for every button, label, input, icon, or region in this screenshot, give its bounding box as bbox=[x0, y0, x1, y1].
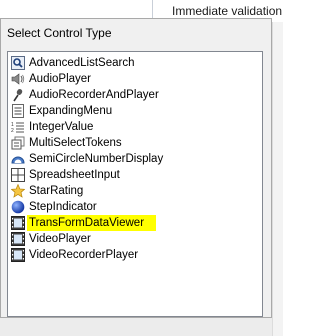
list-item-label: TransFormDataViewer bbox=[27, 215, 157, 231]
list-item-transformdataviewer[interactable]: TransFormDataViewer bbox=[11, 215, 259, 231]
control-type-list[interactable]: AdvancedListSearch AudioPlayer AudioReco… bbox=[7, 51, 263, 317]
film-icon bbox=[11, 248, 25, 262]
list-item-videoplayer[interactable]: VideoPlayer bbox=[11, 231, 259, 247]
list-item-label: AdvancedListSearch bbox=[29, 57, 135, 69]
list-item-starrating[interactable]: StarRating bbox=[10, 183, 259, 199]
list-item-semicirclenumberdisplay[interactable]: SemiCircleNumberDisplay bbox=[11, 151, 259, 167]
search-list-icon bbox=[11, 56, 25, 70]
immediate-validation-label: Immediate validation bbox=[172, 4, 283, 18]
menu-icon bbox=[11, 104, 25, 118]
number-list-icon: 12 bbox=[11, 120, 25, 134]
ball-icon bbox=[11, 200, 25, 214]
star-icon bbox=[10, 183, 26, 198]
speaker-icon bbox=[11, 72, 25, 86]
tokens-icon bbox=[11, 136, 25, 150]
grid-icon bbox=[11, 168, 25, 182]
film-icon bbox=[11, 232, 25, 246]
list-item-stepindicator[interactable]: StepIndicator bbox=[11, 199, 259, 215]
list-item-spreadsheetinput[interactable]: SpreadsheetInput bbox=[11, 167, 259, 183]
list-item-advancedlistsearch[interactable]: AdvancedListSearch bbox=[11, 55, 259, 71]
list-item-label: AudioRecorderAndPlayer bbox=[29, 89, 159, 101]
list-item-audiorecorderandplayer[interactable]: AudioRecorderAndPlayer bbox=[11, 87, 259, 103]
gauge-icon bbox=[11, 152, 25, 166]
list-item-multiselecttokens[interactable]: MultiSelectTokens bbox=[11, 135, 259, 151]
microphone-icon bbox=[11, 88, 25, 102]
list-item-label: VideoPlayer bbox=[29, 233, 91, 245]
background-bottom-area bbox=[0, 318, 272, 336]
list-item-label: VideoRecorderPlayer bbox=[29, 249, 139, 261]
list-item-label: AudioPlayer bbox=[29, 73, 92, 85]
select-control-type-dialog: Select Control Type AdvancedListSearch A… bbox=[0, 18, 272, 318]
list-item-label: ExpandingMenu bbox=[29, 105, 113, 117]
list-item-videorecorderplayer[interactable]: VideoRecorderPlayer bbox=[11, 247, 259, 263]
film-icon bbox=[11, 216, 25, 230]
list-item-label: StepIndicator bbox=[29, 201, 97, 213]
dialog-title: Select Control Type bbox=[7, 26, 112, 40]
list-item-expandingmenu[interactable]: ExpandingMenu bbox=[11, 103, 259, 119]
list-item-label: MultiSelectTokens bbox=[29, 137, 122, 149]
background-scroll-area bbox=[272, 22, 283, 336]
list-item-label: IntegerValue bbox=[29, 121, 94, 133]
list-item-label: SemiCircleNumberDisplay bbox=[29, 153, 164, 165]
list-item-label: SpreadsheetInput bbox=[29, 169, 120, 181]
list-item-label: StarRating bbox=[29, 185, 84, 197]
svg-text:2: 2 bbox=[11, 128, 14, 134]
list-item-audioplayer[interactable]: AudioPlayer bbox=[11, 71, 259, 87]
list-item-integervalue[interactable]: 12 IntegerValue bbox=[11, 119, 259, 135]
